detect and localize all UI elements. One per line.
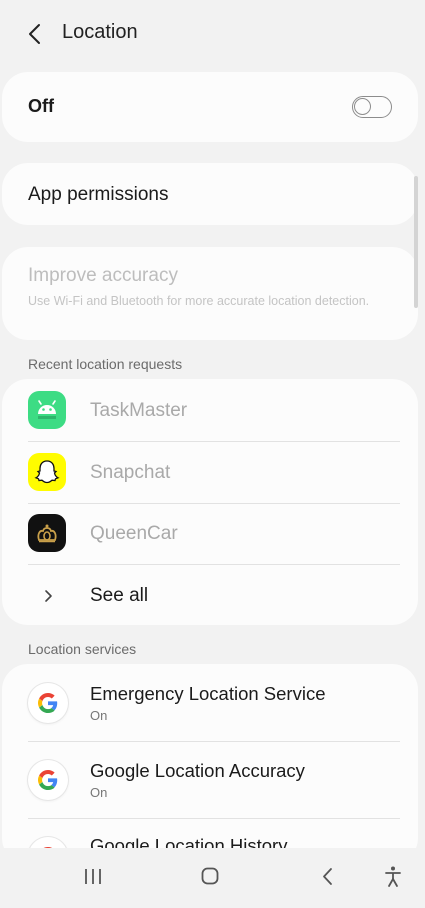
master-toggle-row[interactable]: Off [2,72,418,142]
recent-apps-button[interactable] [78,864,108,890]
location-services-header: Location services [28,641,137,657]
improve-accuracy-row: Improve accuracy Use Wi-Fi and Bluetooth… [2,247,418,340]
home-icon [201,867,219,885]
list-item[interactable]: Snapchat [2,442,418,503]
service-name-label: Google Location Accuracy [90,760,305,781]
system-navigation-bar [0,848,425,908]
recent-requests-header: Recent location requests [28,356,183,372]
location-services-card: Emergency Location Service On Google Loc… [2,664,418,877]
service-status-label: On [90,785,108,800]
improve-accuracy-title: Improve accuracy [28,265,178,286]
page-title: Location [62,21,138,43]
app-name-label: TaskMaster [90,400,188,421]
back-icon [323,868,332,885]
accessibility-icon [385,866,401,887]
snapchat-ghost-icon [28,453,66,491]
see-all-row[interactable]: See all [2,565,418,626]
queencar-crown-icon [28,514,66,552]
top-app-bar: Location [0,0,425,66]
recent-apps-icon [85,869,101,884]
service-name-label: Emergency Location Service [90,683,326,704]
list-item[interactable]: Emergency Location Service On [2,664,418,740]
google-g-icon [28,760,68,800]
recent-requests-card: TaskMaster Snapchat QueenCar See all [2,379,418,625]
list-item[interactable]: TaskMaster [2,380,418,441]
improve-accuracy-subtitle: Use Wi-Fi and Bluetooth for more accurat… [28,294,370,308]
accessibility-button[interactable] [378,864,408,890]
scrollbar[interactable] [414,176,418,308]
service-status-label: On [90,708,108,723]
back-nav-button[interactable] [313,864,343,890]
app-permissions-row[interactable]: App permissions [2,163,418,225]
list-item[interactable]: Google Location Accuracy On [2,741,418,817]
back-button[interactable] [22,20,50,48]
chevron-left-icon [29,24,40,44]
android-icon [28,391,66,429]
home-button[interactable] [195,864,225,890]
app-permissions-label: App permissions [28,184,169,205]
toggle-knob [354,98,371,115]
master-toggle-label: Off [28,96,54,116]
chevron-right-icon [45,590,52,602]
google-g-icon [28,683,68,723]
location-toggle-switch[interactable] [352,96,392,118]
list-item[interactable]: QueenCar [2,503,418,564]
app-name-label: QueenCar [90,523,178,544]
see-all-label: See all [90,585,149,606]
app-name-label: Snapchat [90,462,171,483]
